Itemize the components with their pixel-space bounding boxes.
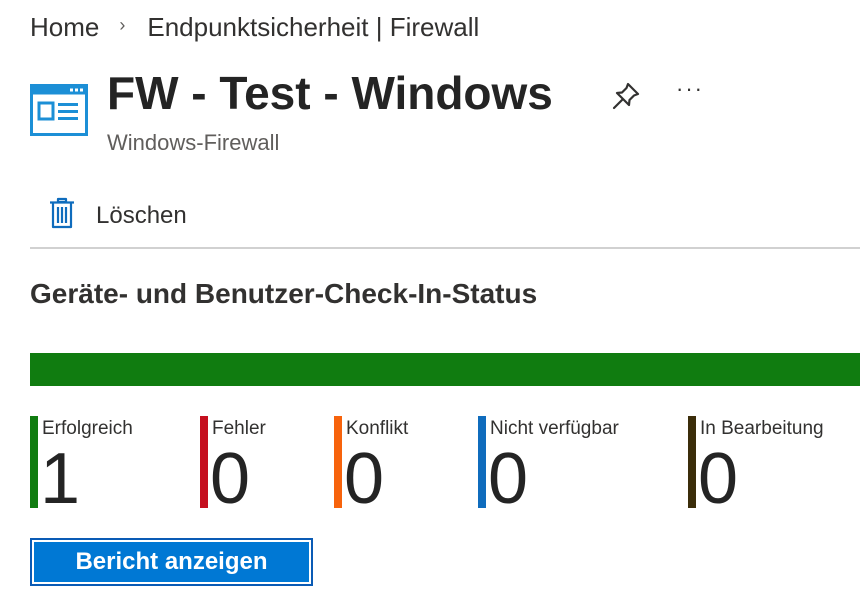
page-title: FW - Test - Windows (107, 67, 553, 119)
view-report-button[interactable]: Bericht anzeigen (30, 538, 313, 586)
view-report-button-label: Bericht anzeigen (34, 542, 309, 582)
delete-button-label: Löschen (96, 201, 187, 229)
section-title: Geräte- und Benutzer-Check-In-Status (30, 278, 538, 309)
stat-conflict-value: 0 (344, 439, 385, 519)
stat-success-stripe (30, 416, 38, 508)
breadcrumb-home[interactable]: Home (30, 12, 99, 43)
delete-button[interactable]: Löschen (48, 196, 187, 235)
stat-in-progress-value: 0 (698, 439, 739, 519)
stat-error-stripe (200, 416, 208, 508)
stat-not-available-label: Nicht verfügbar (490, 418, 619, 439)
stat-error-value: 0 (210, 439, 251, 519)
stat-not-available: Nicht verfügbar 0 (478, 416, 619, 515)
checkin-progress-bar (30, 353, 860, 386)
breadcrumb-endpoint-security[interactable]: Endpunktsicherheit | Firewall (147, 12, 479, 43)
stat-in-progress-label: In Bearbeitung (700, 418, 824, 439)
windows-firewall-icon (30, 84, 88, 136)
stat-in-progress: In Bearbeitung 0 (688, 416, 824, 515)
breadcrumb: Home › Endpunktsicherheit | Firewall (30, 12, 479, 43)
stat-error-label: Fehler (212, 418, 266, 439)
trash-icon (48, 196, 76, 235)
stat-success: Erfolgreich 1 (30, 416, 133, 515)
stat-conflict-stripe (334, 416, 342, 508)
stat-conflict: Konflikt 0 (334, 416, 409, 515)
chevron-right-icon: › (119, 15, 126, 35)
page-subtitle: Windows-Firewall (107, 130, 280, 155)
stat-success-label: Erfolgreich (42, 418, 133, 439)
checkin-progress-fill (30, 353, 860, 386)
stat-success-value: 1 (40, 439, 81, 519)
stat-error: Fehler 0 (200, 416, 266, 515)
stat-not-available-value: 0 (488, 439, 529, 519)
stat-not-available-stripe (478, 416, 486, 508)
stat-conflict-label: Konflikt (346, 418, 409, 439)
stat-in-progress-stripe (688, 416, 696, 508)
more-options-button[interactable]: ··· (676, 76, 704, 102)
pin-icon[interactable] (610, 80, 642, 112)
toolbar-divider (30, 247, 860, 249)
